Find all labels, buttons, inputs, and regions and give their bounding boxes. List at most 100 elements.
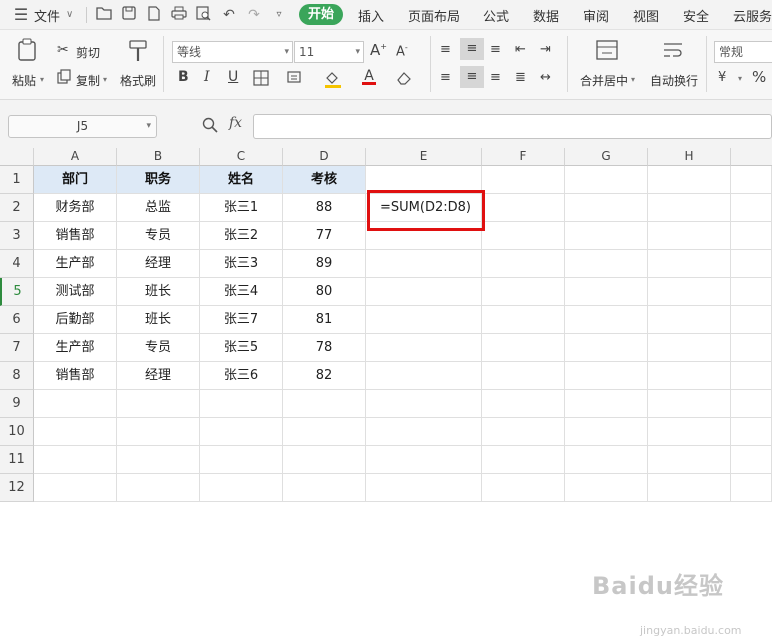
cell-e7[interactable] [366, 334, 482, 362]
cell-g12[interactable] [565, 474, 648, 502]
cell-f7[interactable] [482, 334, 565, 362]
cell-a4[interactable]: 生产部 [34, 250, 117, 278]
cell-h2[interactable] [648, 194, 731, 222]
cell-d1[interactable]: 考核 [283, 166, 366, 194]
cell-i7[interactable] [731, 334, 772, 362]
cell-g4[interactable] [565, 250, 648, 278]
cell-i8[interactable] [731, 362, 772, 390]
cell-a10[interactable] [34, 418, 117, 446]
justify-icon[interactable]: ≣ [515, 70, 526, 85]
save-icon[interactable] [120, 6, 138, 24]
cell-c3[interactable]: 张三2 [200, 222, 283, 250]
cell-c1[interactable]: 姓名 [200, 166, 283, 194]
row-header-10[interactable]: 10 [0, 418, 34, 446]
cell-f4[interactable] [482, 250, 565, 278]
cell-e9[interactable] [366, 390, 482, 418]
cell-h6[interactable] [648, 306, 731, 334]
cell-d10[interactable] [283, 418, 366, 446]
cell-f5[interactable] [482, 278, 565, 306]
cell-i10[interactable] [731, 418, 772, 446]
increase-font-icon[interactable]: A+ [370, 41, 387, 59]
cell-a8[interactable]: 销售部 [34, 362, 117, 390]
cell-a9[interactable] [34, 390, 117, 418]
column-header-d[interactable]: D [283, 148, 366, 166]
cell-d5[interactable]: 80 [283, 278, 366, 306]
cell-g11[interactable] [565, 446, 648, 474]
cell-c10[interactable] [200, 418, 283, 446]
cell-i11[interactable] [731, 446, 772, 474]
cell-b9[interactable] [117, 390, 200, 418]
currency-icon[interactable]: ¥ [718, 70, 726, 85]
cell-f12[interactable] [482, 474, 565, 502]
cell-f2[interactable] [482, 194, 565, 222]
align-left-icon[interactable]: ≡ [440, 70, 451, 85]
cell-a6[interactable]: 后勤部 [34, 306, 117, 334]
redo-icon[interactable]: ↷ [245, 6, 263, 24]
export-pdf-icon[interactable] [145, 6, 163, 24]
cell-i12[interactable] [731, 474, 772, 502]
cell-f6[interactable] [482, 306, 565, 334]
wrap-text-button[interactable]: 自动换行 [650, 72, 698, 89]
column-header-b[interactable]: B [117, 148, 200, 166]
cell-b7[interactable]: 专员 [117, 334, 200, 362]
cell-h12[interactable] [648, 474, 731, 502]
fx-icon[interactable]: fx [229, 115, 242, 131]
cut-button[interactable]: 剪切 [76, 44, 100, 61]
align-top-icon[interactable]: ≡ [440, 42, 451, 57]
column-header-i[interactable] [731, 148, 772, 166]
cell-g3[interactable] [565, 222, 648, 250]
cell-g10[interactable] [565, 418, 648, 446]
hamburger-menu-icon[interactable]: ☰ [12, 6, 30, 24]
undo-icon[interactable]: ↶ [220, 6, 238, 24]
tab-data[interactable]: 数据 [533, 6, 559, 25]
tab-review[interactable]: 审阅 [583, 6, 609, 25]
cell-f10[interactable] [482, 418, 565, 446]
copy-icon[interactable] [57, 69, 71, 87]
paste-dropdown-icon[interactable]: ▾ [40, 75, 44, 84]
cell-f11[interactable] [482, 446, 565, 474]
tab-security[interactable]: 安全 [683, 6, 709, 25]
row-header-9[interactable]: 9 [0, 390, 34, 418]
merge-dropdown-icon[interactable]: ▾ [631, 75, 635, 84]
cell-c11[interactable] [200, 446, 283, 474]
paste-icon[interactable] [16, 38, 40, 62]
cell-a12[interactable] [34, 474, 117, 502]
borders-icon[interactable] [253, 70, 269, 89]
scissors-icon[interactable]: ✂ [57, 42, 69, 58]
tab-view[interactable]: 视图 [633, 6, 659, 25]
tab-home[interactable]: 开始 [299, 4, 343, 25]
name-box[interactable]: J5 ▾ [8, 115, 157, 138]
cell-h8[interactable] [648, 362, 731, 390]
copy-button[interactable]: 复制 [76, 72, 100, 89]
cell-i4[interactable] [731, 250, 772, 278]
format-painter-icon[interactable] [128, 40, 148, 65]
underline-button[interactable]: U [228, 69, 238, 85]
file-menu[interactable]: 文件 [34, 6, 60, 25]
row-header-5[interactable]: 5 [0, 278, 34, 306]
cell-f1[interactable] [482, 166, 565, 194]
cell-d11[interactable] [283, 446, 366, 474]
font-size-select[interactable]: 11 ▾ [294, 41, 364, 63]
cell-h5[interactable] [648, 278, 731, 306]
merge-center-icon[interactable] [596, 40, 618, 63]
print-preview-icon[interactable] [195, 6, 213, 24]
cell-h9[interactable] [648, 390, 731, 418]
cell-g2[interactable] [565, 194, 648, 222]
row-header-11[interactable]: 11 [0, 446, 34, 474]
column-header-f[interactable]: F [482, 148, 565, 166]
cell-f9[interactable] [482, 390, 565, 418]
cell-c6[interactable]: 张三7 [200, 306, 283, 334]
cell-b5[interactable]: 班长 [117, 278, 200, 306]
cell-e11[interactable] [366, 446, 482, 474]
select-all-corner[interactable] [0, 148, 34, 166]
cell-d3[interactable]: 77 [283, 222, 366, 250]
cell-c4[interactable]: 张三3 [200, 250, 283, 278]
cell-g7[interactable] [565, 334, 648, 362]
print-icon[interactable] [170, 6, 188, 24]
cell-i6[interactable] [731, 306, 772, 334]
cell-a7[interactable]: 生产部 [34, 334, 117, 362]
cell-e4[interactable] [366, 250, 482, 278]
cell-d8[interactable]: 82 [283, 362, 366, 390]
cell-h7[interactable] [648, 334, 731, 362]
zoom-search-icon[interactable] [202, 117, 218, 136]
